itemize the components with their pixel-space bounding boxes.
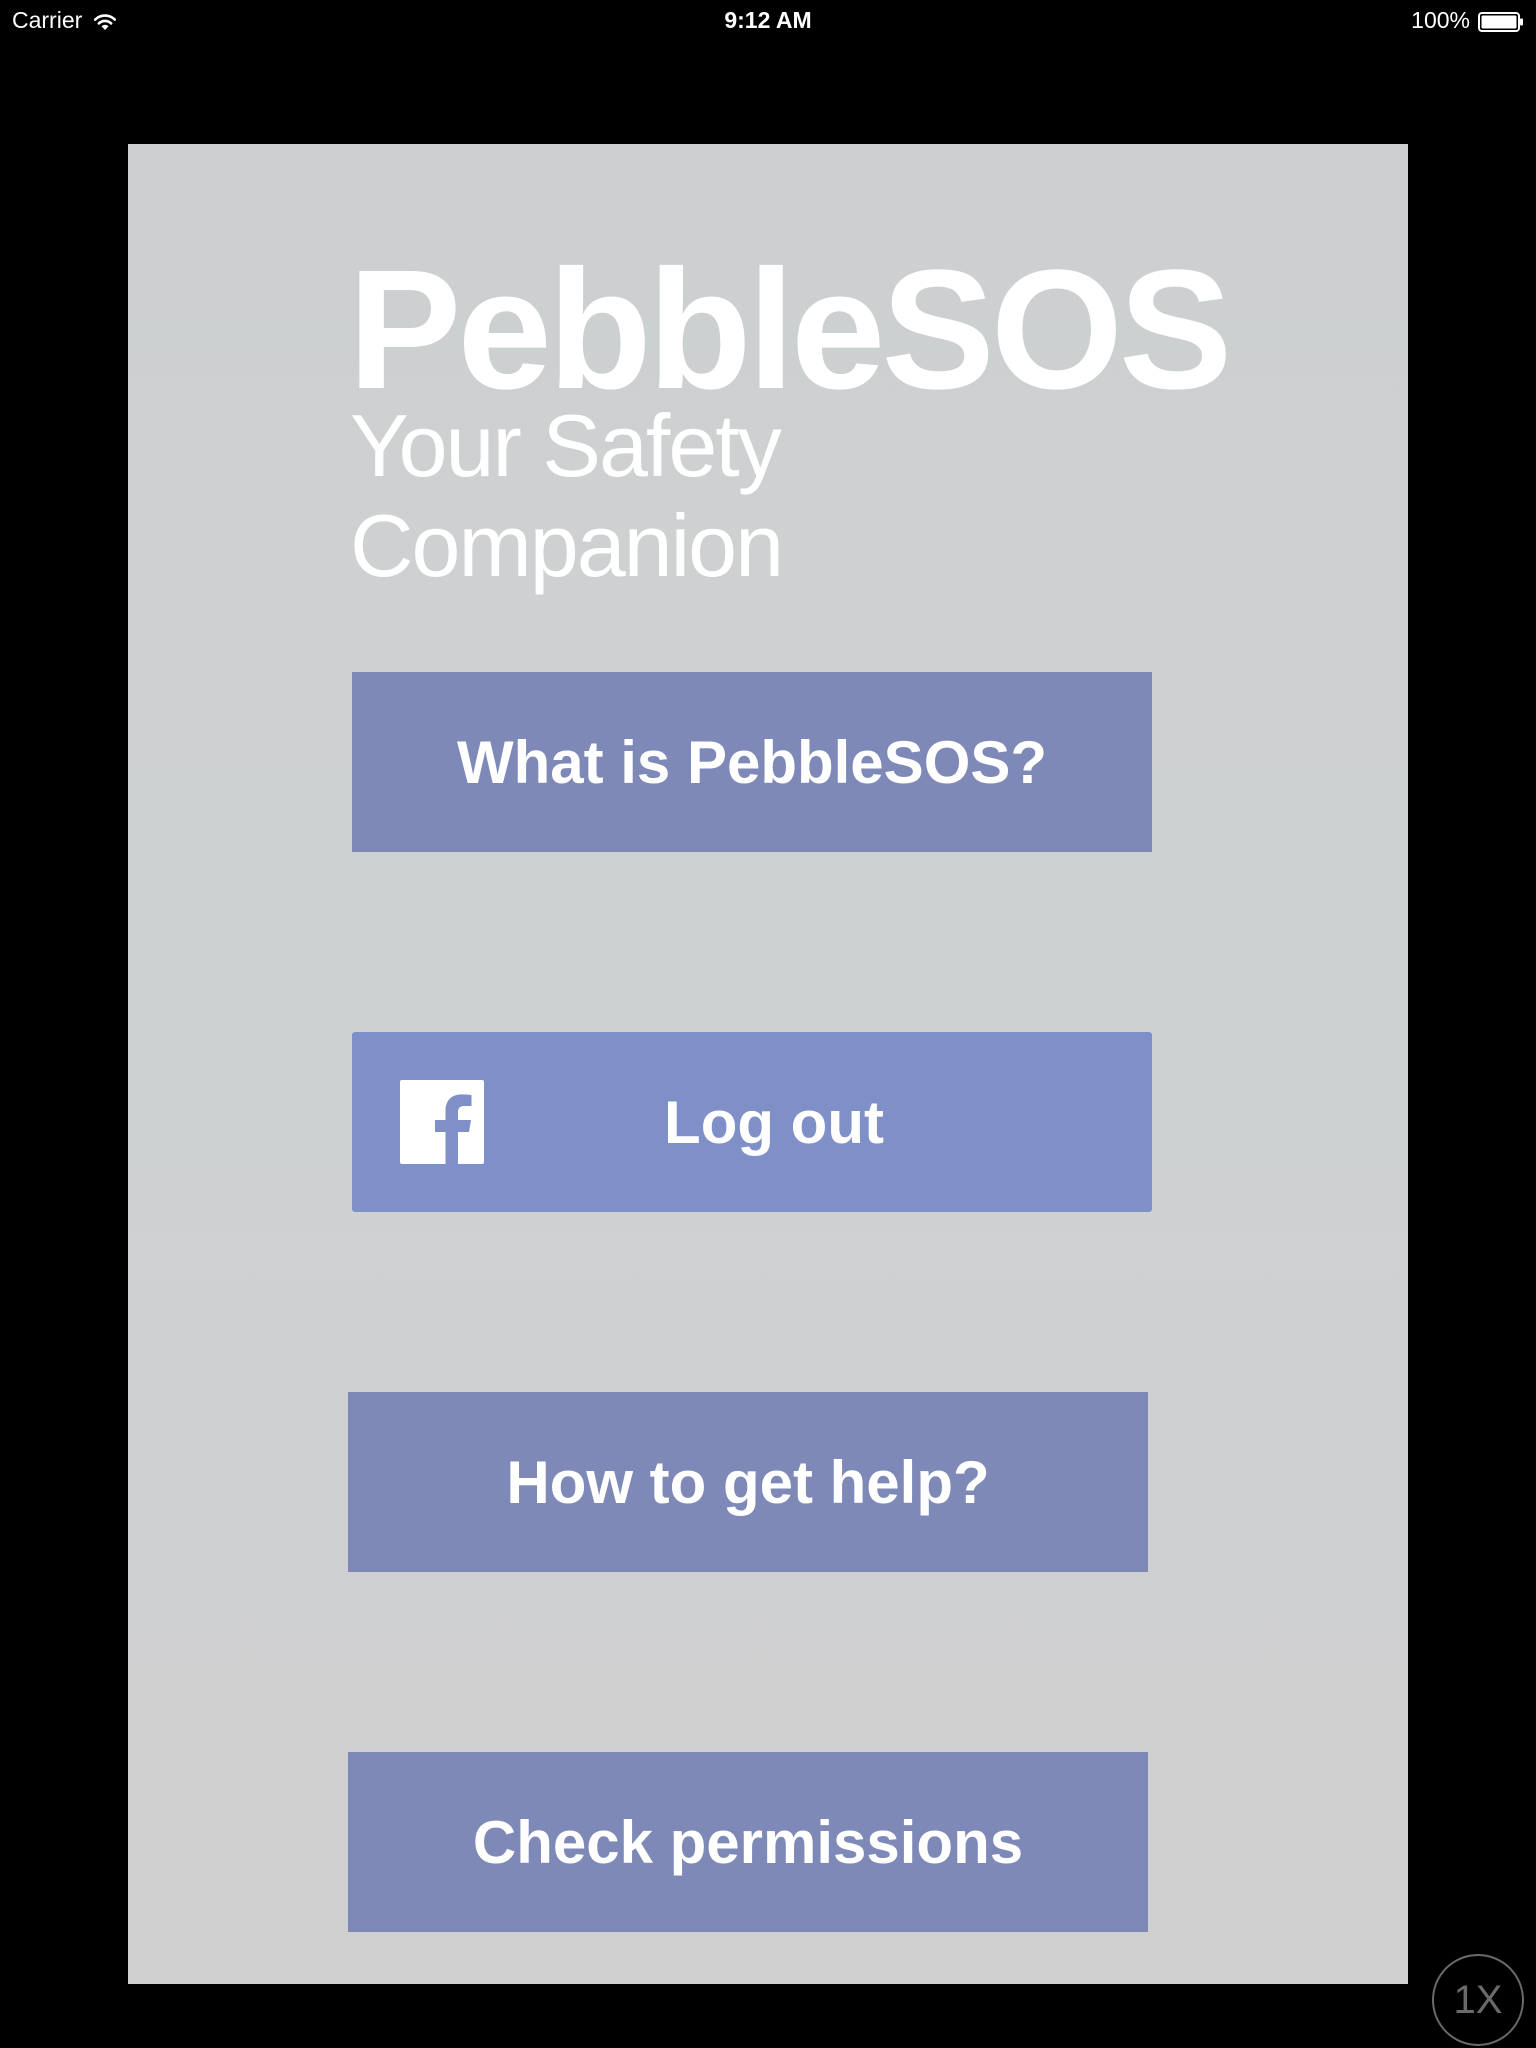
status-bar: Carrier 9:12 AM 100% [0, 0, 1536, 40]
zoom-indicator[interactable]: 1X [1432, 1954, 1524, 2046]
main-panel: PebbleSOS Your Safety Companion What is … [128, 144, 1408, 1984]
battery-percent: 100% [1411, 7, 1470, 33]
check-permissions-label: Check permissions [472, 1808, 1024, 1876]
how-to-get-help-label: How to get help? [506, 1448, 990, 1516]
battery-icon [1478, 11, 1524, 32]
zoom-label: 1X [1453, 1977, 1503, 2022]
app-subtitle: Your Safety Companion [350, 396, 784, 595]
status-time: 9:12 AM [724, 7, 812, 33]
logout-button[interactable]: Log out [352, 1032, 1152, 1212]
battery-group: 100% [1411, 7, 1524, 34]
what-is-pebblesos-button[interactable]: What is PebbleSOS? [352, 672, 1152, 852]
check-permissions-button[interactable]: Check permissions [348, 1752, 1148, 1932]
logout-label: Log out [664, 1088, 884, 1156]
app-title: PebbleSOS [348, 235, 1232, 425]
what-is-pebblesos-label: What is PebbleSOS? [456, 728, 1048, 796]
how-to-get-help-button[interactable]: How to get help? [348, 1392, 1148, 1572]
